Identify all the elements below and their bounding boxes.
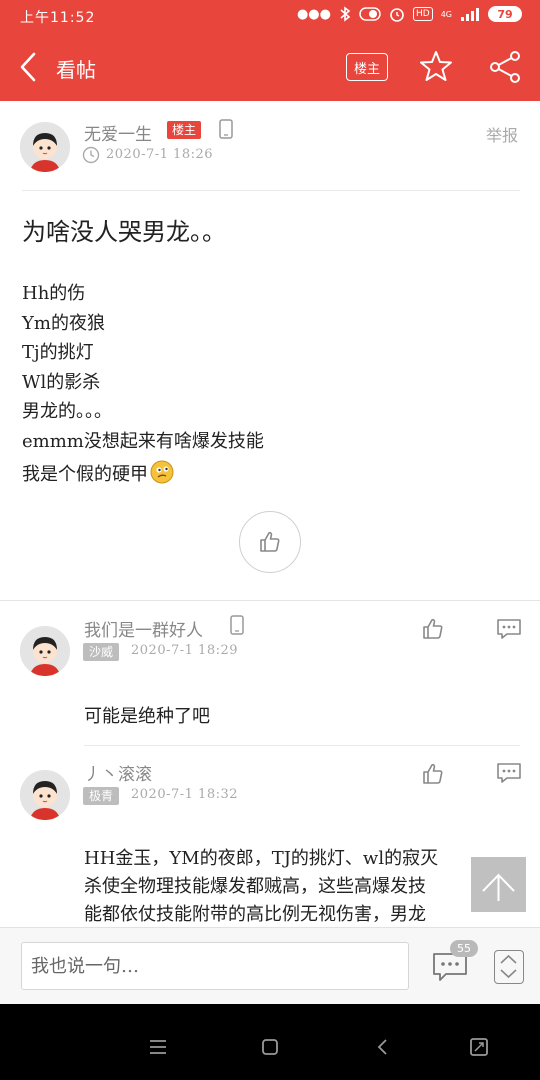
menu-icon[interactable]	[147, 1036, 169, 1058]
post-line: Ym的夜狼	[22, 312, 105, 334]
thumbs-up-icon[interactable]	[421, 617, 445, 641]
thumbs-up-icon[interactable]	[421, 762, 445, 786]
thinking-emoji-icon	[150, 460, 174, 484]
comment-author-name[interactable]: 我们是一群好人	[84, 616, 203, 641]
report-link[interactable]: 举报	[486, 122, 518, 146]
comment-input[interactable]	[22, 943, 408, 989]
hd-icon: HD	[413, 7, 433, 21]
only-owner-button[interactable]: 楼主	[346, 53, 388, 81]
comment-count-badge: 55	[450, 940, 478, 957]
section-divider	[0, 600, 540, 601]
post-line: 男龙的。。。	[22, 401, 112, 422]
bluetooth-icon	[340, 6, 351, 22]
user-level-tag: 沙威	[83, 643, 120, 661]
signal-icon	[461, 8, 479, 21]
alarm-icon	[390, 8, 404, 22]
page-title: 看帖	[56, 58, 96, 82]
post-body: Hh的伤 Ym的夜狼 Tj的挑灯 Wl的影杀 男龙的。。。 emmm没想起来有啥…	[22, 279, 522, 490]
network-type: 4G	[440, 9, 452, 19]
post-time: 2020-7-1 18:26	[106, 147, 214, 162]
comment-line: 能都依仗技能附带的高比例无视伤害，男龙	[84, 904, 426, 925]
comment-input-box[interactable]	[21, 942, 409, 990]
bottom-input-bar: 55	[0, 927, 540, 1004]
comment-avatar[interactable]	[20, 626, 70, 676]
comment-line: 杀使全物理技能爆发都贼高，这些高爆发技	[84, 876, 426, 897]
arrow-up-icon	[482, 873, 515, 901]
back-to-top-button[interactable]	[471, 857, 526, 912]
toggle-icon	[359, 7, 381, 21]
thumbs-up-icon	[260, 531, 280, 552]
post-author-name[interactable]: 无爱一生	[84, 120, 152, 145]
scroll-nav-button[interactable]	[494, 950, 524, 984]
more-dots-icon: ●●●	[296, 6, 331, 22]
header-divider	[22, 190, 520, 191]
avatar-image	[20, 626, 70, 676]
user-level-tag: 极青	[83, 787, 120, 805]
comment-text: 可能是绝种了吧	[84, 706, 210, 727]
post-line: Wl的影杀	[22, 371, 101, 393]
comment-author-name[interactable]: 丿丶滚滚	[84, 760, 152, 785]
battery-icon: 79	[488, 6, 522, 22]
screen-rotate-icon[interactable]	[468, 1036, 490, 1058]
comment-line: HH金玉，YM的夜郎，TJ的挑灯、wl的寂灭	[84, 848, 439, 869]
system-nav-bar	[0, 1004, 540, 1080]
author-avatar[interactable]	[20, 122, 70, 172]
back-icon[interactable]	[372, 1036, 394, 1058]
reply-icon[interactable]	[496, 617, 522, 641]
post-like-button[interactable]	[239, 511, 301, 573]
top-bar: 上午11:52 ●●● HD 4G 79 看帖 楼主	[0, 0, 540, 101]
comment-avatar[interactable]	[20, 770, 70, 820]
nav-bar: 看帖 楼主	[0, 32, 540, 101]
owner-badge: 楼主	[167, 121, 202, 139]
avatar-image	[20, 122, 70, 172]
up-down-arrows-icon	[500, 954, 517, 979]
phone-icon	[230, 615, 244, 635]
post-line: Hh的伤	[22, 283, 86, 304]
comment-time: 2020-7-1 18:29	[131, 643, 239, 658]
status-icons: ●●● HD 4G 79	[297, 6, 522, 22]
clock-icon	[82, 146, 100, 164]
post-line: emmm没想起来有啥爆发技能	[22, 430, 264, 452]
back-arrow-icon[interactable]	[14, 50, 44, 84]
home-icon[interactable]	[259, 1036, 281, 1058]
phone-icon	[219, 119, 233, 139]
comment-time: 2020-7-1 18:32	[131, 787, 239, 802]
reply-icon[interactable]	[496, 761, 522, 785]
share-icon[interactable]	[488, 50, 522, 84]
comment-divider	[84, 745, 520, 746]
post-title: 为啥没人哭男龙。。	[22, 218, 226, 246]
post-line-last: 我是个假的硬甲	[22, 460, 522, 490]
avatar-image	[20, 770, 70, 820]
status-bar: 上午11:52 ●●● HD 4G 79	[0, 0, 540, 32]
status-time: 上午11:52	[20, 10, 96, 26]
star-icon[interactable]	[420, 50, 452, 82]
post-line-text: 我是个假的硬甲	[22, 464, 148, 485]
comment-text: HH金玉，YM的夜郎，TJ的挑灯、wl的寂灭 杀使全物理技能爆发都贼高，这些高爆…	[84, 845, 504, 929]
post-line: Tj的挑灯	[22, 342, 94, 363]
